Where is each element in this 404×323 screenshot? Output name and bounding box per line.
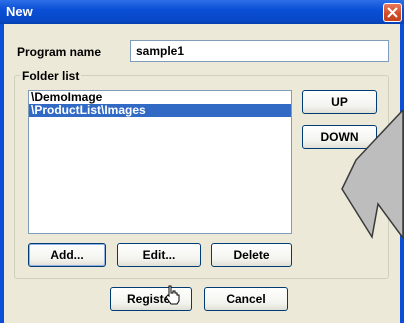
- close-button[interactable]: [383, 3, 402, 22]
- window-title: New: [6, 4, 33, 19]
- folder-list-item-selected[interactable]: \ProductList\Images: [29, 104, 291, 117]
- edit-button[interactable]: Edit...: [117, 243, 201, 267]
- title-bar: New: [0, 0, 404, 24]
- window-frame-left: [0, 24, 4, 323]
- folder-listbox[interactable]: \DemoImage \ProductList\Images: [28, 90, 292, 234]
- folder-list-label: Folder list: [20, 69, 82, 83]
- close-icon: [387, 7, 398, 18]
- hand-cursor-icon: [165, 285, 180, 305]
- add-button[interactable]: Add...: [28, 243, 106, 267]
- delete-button[interactable]: Delete: [211, 243, 292, 267]
- callout-arrow: [341, 110, 404, 241]
- program-name-input[interactable]: sample1: [130, 40, 389, 62]
- cancel-button[interactable]: Cancel: [204, 287, 288, 311]
- program-name-label: Program name: [17, 45, 102, 59]
